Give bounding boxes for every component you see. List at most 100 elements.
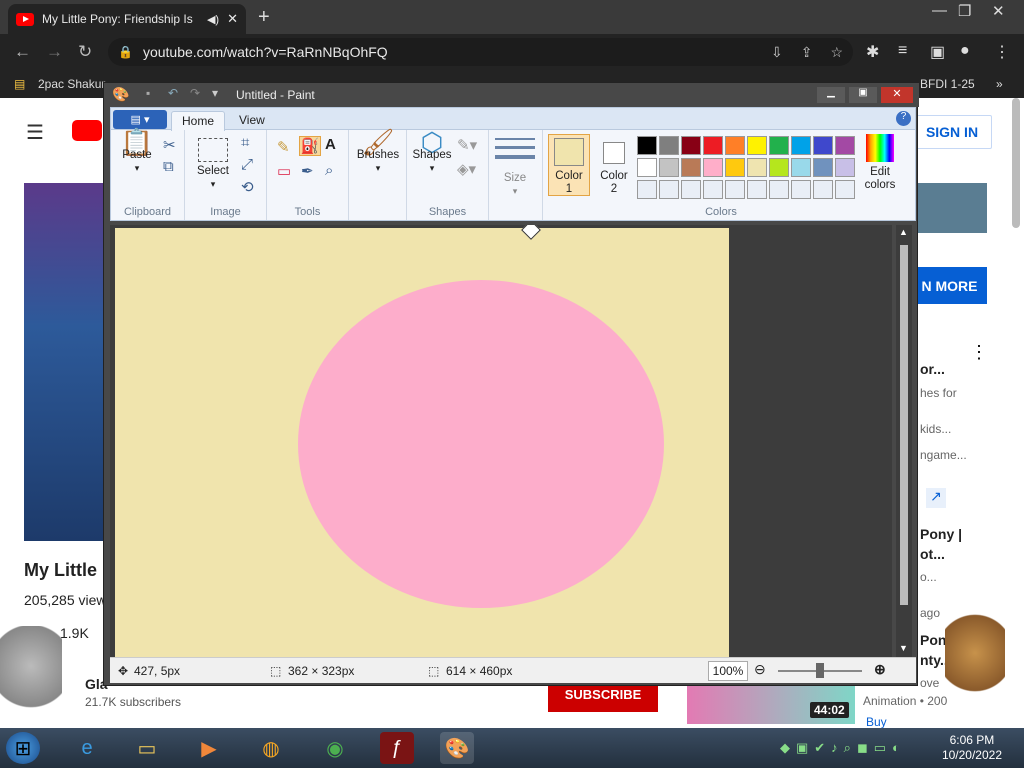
color2-button[interactable]: Color 2 [594, 134, 634, 196]
browser-tab[interactable]: My Little Pony: Friendship Is ◀) ✕ [8, 4, 246, 34]
ad-banner[interactable] [918, 183, 987, 233]
close-window-icon[interactable]: ✕ [992, 2, 1005, 20]
tray-icons[interactable]: ◆▣✔♪⌕◼▭◐ [780, 740, 906, 756]
quick-access-dropdown-icon[interactable]: ▾ [212, 86, 218, 100]
learn-more-button[interactable]: N MORE [912, 267, 987, 304]
rotate-icon[interactable]: ⟲ [241, 178, 254, 196]
clock[interactable]: 6:06 PM 10/20/2022 [942, 733, 1002, 763]
paint-minimize-button[interactable]: ▁ [817, 87, 845, 103]
cut-icon[interactable]: ✂ [163, 136, 176, 154]
palette-swatch[interactable] [791, 180, 811, 199]
sidepanel-icon[interactable]: ▣ [930, 42, 945, 62]
drawing-canvas[interactable] [115, 228, 729, 657]
more-bookmarks-icon[interactable]: » [996, 77, 1003, 91]
edit-colors-button[interactable]: Edit colors [861, 134, 899, 192]
outline-icon[interactable]: ✎▾ [457, 136, 477, 154]
palette-swatch[interactable] [769, 180, 789, 199]
brushes-button[interactable]: 🖌 Brushes ▾ [353, 129, 403, 175]
menu-icon[interactable]: ⋮ [994, 42, 1010, 62]
palette-swatch[interactable] [791, 158, 811, 177]
share-icon[interactable]: ⇪ [801, 44, 813, 61]
more-options-icon[interactable]: ⋮ [970, 342, 988, 363]
palette-swatch[interactable] [637, 158, 657, 177]
sign-in-button[interactable]: SIGN IN [912, 115, 992, 149]
minimize-icon[interactable]: — [932, 2, 947, 19]
paint-maximize-button[interactable]: ▣ [849, 87, 877, 103]
media-icon[interactable]: ≡ [898, 42, 907, 60]
size-button[interactable]: Size ▾ [495, 138, 535, 198]
palette-swatch[interactable] [681, 158, 701, 177]
palette-swatch[interactable] [703, 180, 723, 199]
uc-browser-icon[interactable]: ◍ [254, 732, 288, 764]
external-link-icon[interactable]: ↗ [926, 488, 946, 508]
crop-icon[interactable]: ⌗ [241, 134, 249, 151]
close-tab-icon[interactable]: ✕ [227, 11, 238, 27]
zoom-out-icon[interactable]: ⊖ [754, 661, 766, 678]
palette-swatch[interactable] [791, 136, 811, 155]
palette-swatch[interactable] [725, 158, 745, 177]
speaker-icon[interactable]: ◀) [207, 13, 219, 26]
palette-swatch[interactable] [769, 158, 789, 177]
reload-icon[interactable]: ↻ [78, 42, 92, 62]
palette-swatch[interactable] [659, 180, 679, 199]
palette-swatch[interactable] [703, 158, 723, 177]
vertical-scrollbar[interactable]: ▲ ▼ [896, 225, 912, 657]
scroll-thumb[interactable] [900, 245, 908, 605]
palette-swatch[interactable] [813, 136, 833, 155]
palette-swatch[interactable] [725, 136, 745, 155]
tab-view[interactable]: View [229, 111, 275, 131]
paint-taskbar-icon[interactable]: 🎨 [440, 732, 474, 764]
magnifier-icon[interactable]: ⌕ [325, 162, 333, 179]
profile-icon[interactable]: ● [960, 42, 970, 60]
scroll-down-icon[interactable]: ▼ [899, 643, 908, 653]
quick-save-icon[interactable]: ▪ [146, 86, 150, 100]
media-player-icon[interactable]: ▶ [192, 732, 226, 764]
resize-icon[interactable]: ⤢ [241, 156, 253, 173]
select-button[interactable]: Select ▾ [193, 138, 233, 191]
chrome-icon[interactable]: ◉ [318, 732, 352, 764]
palette-swatch[interactable] [659, 158, 679, 177]
back-icon[interactable]: ← [14, 42, 31, 62]
like-count[interactable]: 1.9K [60, 625, 89, 641]
palette-swatch[interactable] [813, 158, 833, 177]
extensions-icon[interactable]: ✱ [866, 42, 879, 62]
shape-fill-icon[interactable]: ◈▾ [457, 160, 476, 178]
explorer-icon[interactable]: ▭ [130, 732, 164, 764]
palette-swatch[interactable] [813, 180, 833, 199]
shapes-button[interactable]: ⬡ Shapes ▾ [411, 129, 453, 175]
youtube-logo-icon[interactable] [72, 120, 102, 141]
palette-swatch[interactable] [703, 136, 723, 155]
side-text-13[interactable]: Buy [866, 715, 887, 729]
scroll-up-icon[interactable]: ▲ [899, 227, 908, 237]
palette-swatch[interactable] [725, 180, 745, 199]
palette-swatch[interactable] [637, 180, 657, 199]
bookmark-2pac[interactable]: 2pac Shakur [38, 77, 105, 91]
eraser-icon[interactable]: ▭ [277, 162, 291, 180]
palette-swatch[interactable] [835, 180, 855, 199]
address-bar[interactable]: 🔒 youtube.com/watch?v=RaRnNBqOhFQ ⇩ ⇪ ☆ [108, 38, 853, 66]
pencil-icon[interactable]: ✎ [277, 138, 290, 156]
paint-close-button[interactable]: ✕ [881, 87, 913, 103]
video-player[interactable] [24, 183, 104, 541]
palette-swatch[interactable] [681, 136, 701, 155]
palette-swatch[interactable] [659, 136, 679, 155]
color1-button[interactable]: Color 1 [548, 134, 590, 196]
undo-icon[interactable]: ↶ [168, 86, 178, 100]
star-icon[interactable]: ☆ [830, 44, 843, 61]
help-icon[interactable]: ? [896, 111, 911, 126]
bookmark-bfdi[interactable]: BFDI 1-25 [920, 77, 975, 91]
page-scrollbar[interactable] [1012, 98, 1020, 228]
tab-home[interactable]: Home [171, 111, 226, 131]
zoom-slider-thumb[interactable] [816, 663, 824, 678]
color-picker-icon[interactable]: ✒ [301, 162, 314, 180]
paste-button[interactable]: 📋 Paste ▾ [117, 129, 157, 175]
new-tab-button[interactable]: + [258, 6, 270, 29]
copy-icon[interactable]: ⧉ [163, 158, 174, 175]
redo-icon[interactable]: ↷ [190, 86, 200, 100]
palette-swatch[interactable] [681, 180, 701, 199]
flash-icon[interactable]: ƒ [380, 732, 414, 764]
restore-icon[interactable]: ❐ [958, 2, 971, 20]
hamburger-icon[interactable]: ☰ [26, 120, 44, 145]
start-button[interactable]: ⊞ [6, 732, 40, 764]
paint-app-icon[interactable]: 🎨 [112, 86, 129, 103]
